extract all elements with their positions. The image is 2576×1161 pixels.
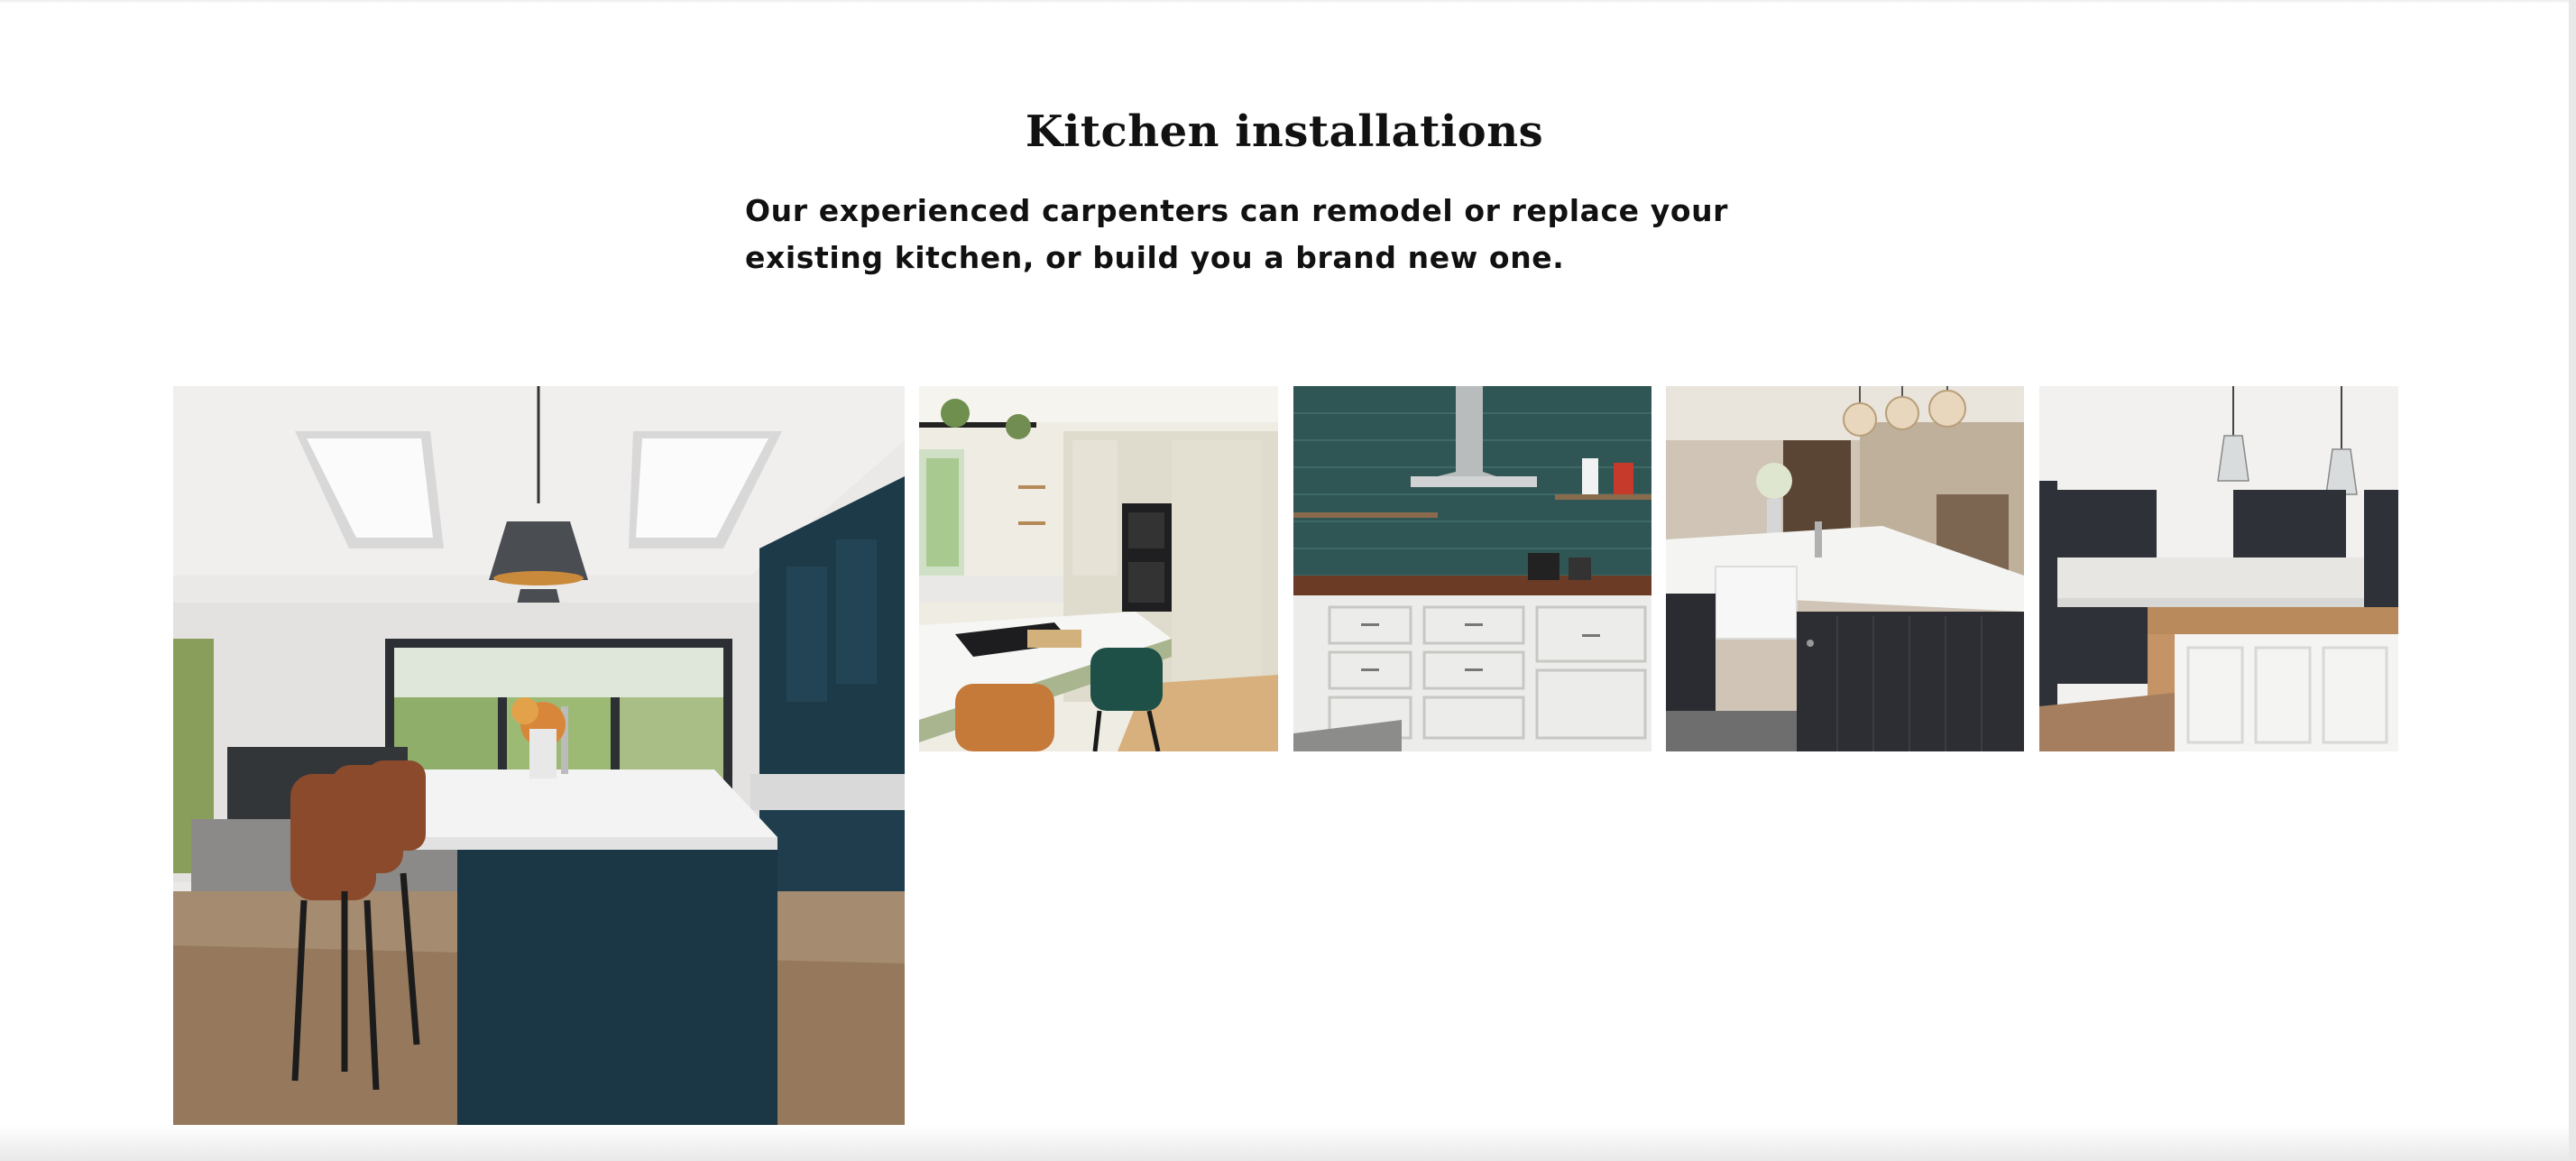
kitchen-wood-island-image — [2039, 386, 2398, 751]
bottom-edge-shadow — [0, 1125, 2569, 1161]
gallery-photo-4[interactable] — [1666, 386, 2024, 751]
kitchen-belfast-sink-image — [1666, 386, 2024, 751]
gallery-photo-1[interactable] — [173, 386, 905, 1125]
top-edge-shadow — [0, 0, 2569, 4]
kitchen-green-tile-image — [1293, 386, 1651, 751]
gallery-photo-2[interactable] — [919, 386, 1278, 751]
kitchen-sage-cabinets-image — [919, 386, 1278, 751]
kitchen-navy-island-image — [173, 386, 905, 1125]
section-intro: Our experienced carpenters can remodel o… — [745, 193, 1729, 275]
page: Kitchen installations Our experienced ca… — [0, 0, 2569, 1161]
scrollbar[interactable] — [2569, 0, 2576, 1161]
section-title: Kitchen installations — [1025, 106, 1544, 157]
gallery-photo-3[interactable] — [1293, 386, 1651, 751]
gallery-photo-5[interactable] — [2039, 386, 2398, 751]
